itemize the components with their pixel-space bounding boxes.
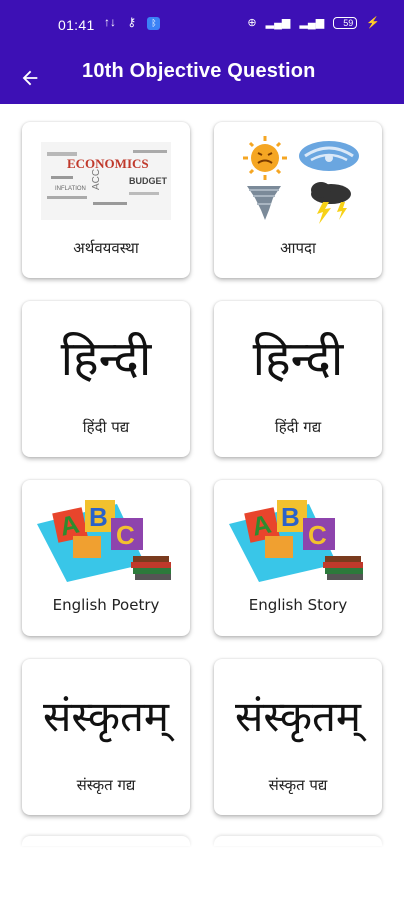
status-bar: 01:41 ↑↓ ⚷ ᛒ ⊕ ▂▄▆ ▂▄▆ 59 ⚡	[0, 0, 404, 50]
abc-blocks-books-image: A B C	[224, 488, 372, 588]
card-label: हिंदी गद्य	[274, 418, 322, 436]
page-title: 10th Objective Question	[82, 60, 316, 82]
abc-blocks-books-image: A B C	[32, 488, 180, 588]
abc-blocks-icon: A B C	[37, 500, 171, 582]
sun-icon	[243, 136, 287, 180]
card-english-story[interactable]: A B C English Story	[214, 480, 382, 636]
hindi-word-text: हिन्दी	[252, 331, 344, 387]
partial-card-next-row-left[interactable]	[22, 836, 190, 846]
app-bar: 10th Objective Question	[0, 50, 404, 104]
card-disaster[interactable]: आपदा	[214, 122, 382, 278]
arrow-left-icon	[22, 70, 38, 86]
signal-icon-2: ▂▄▆	[299, 17, 325, 29]
budget-text: BUDGET	[129, 176, 168, 186]
card-label: English Story	[248, 596, 348, 614]
signal-icon-1: ▂▄▆	[265, 17, 291, 29]
data-transfer-icon: ↑↓	[104, 15, 116, 29]
battery-level: 59	[343, 18, 354, 29]
card-label: अर्थवयवस्था	[73, 239, 139, 257]
svg-text:ACC: ACC	[91, 169, 102, 190]
status-right-icons: ⊕ ▂▄▆ ▂▄▆ 59 ⚡	[241, 16, 380, 30]
status-left-icons: ↑↓ ⚷ ᛒ	[104, 15, 168, 30]
economics-word-cloud-image: ECONOMICS BUDGET INFLATION ACC	[32, 130, 180, 230]
hd-icon: ⊕	[247, 17, 257, 29]
sanskrit-word-image: संस्कृतम्	[32, 667, 180, 767]
hindi-word-image: हिन्दी	[32, 309, 180, 409]
card-sanskrit-prose[interactable]: संस्कृतम् संस्कृत गद्य	[22, 659, 190, 815]
storm-cloud-icon	[311, 182, 351, 224]
key-icon: ⚷	[127, 15, 137, 29]
economics-word-cloud-icon: ECONOMICS BUDGET INFLATION ACC	[41, 142, 171, 220]
weather-disaster-image	[224, 130, 372, 230]
card-hindi-prose[interactable]: हिन्दी हिंदी गद्य	[214, 301, 382, 457]
hindi-word-text: हिन्दी	[60, 331, 152, 387]
card-economics[interactable]: ECONOMICS BUDGET INFLATION ACC अर्थवयवस्…	[22, 122, 190, 278]
bluetooth-icon: ᛒ	[147, 17, 161, 30]
charging-icon: ⚡	[366, 17, 380, 29]
tornado-icon	[247, 186, 281, 220]
hindi-word-image: हिन्दी	[224, 309, 372, 409]
battery-icon: 59	[333, 17, 358, 30]
svg-text:B: B	[281, 502, 300, 532]
card-label: संस्कृत गद्य	[76, 776, 136, 794]
abc-blocks-icon: A B C	[229, 500, 363, 582]
sanskrit-word-text: संस्कृतम्	[234, 692, 362, 741]
svg-text:B: B	[89, 502, 108, 532]
partial-card-next-row-right[interactable]	[214, 836, 382, 846]
sanskrit-word-text: संस्कृतम्	[42, 692, 170, 741]
card-label: आपदा	[280, 239, 316, 257]
svg-text:C: C	[116, 520, 135, 550]
economics-text: ECONOMICS	[67, 156, 149, 171]
card-english-poetry[interactable]: A B C English Poetry	[22, 480, 190, 636]
back-button[interactable]	[12, 60, 48, 96]
card-sanskrit-poetry[interactable]: संस्कृतम् संस्कृत पद्य	[214, 659, 382, 815]
svg-text:C: C	[308, 520, 327, 550]
card-label: संस्कृत पद्य	[268, 776, 328, 794]
card-label: हिंदी पद्य	[82, 418, 130, 436]
inflation-text: INFLATION	[55, 186, 86, 192]
status-time: 01:41	[58, 17, 95, 33]
card-label: English Poetry	[52, 596, 160, 614]
hurricane-icon	[299, 141, 359, 171]
weather-disaster-icon	[243, 136, 359, 224]
card-hindi-poetry[interactable]: हिन्दी हिंदी पद्य	[22, 301, 190, 457]
sanskrit-word-image: संस्कृतम्	[224, 667, 372, 767]
